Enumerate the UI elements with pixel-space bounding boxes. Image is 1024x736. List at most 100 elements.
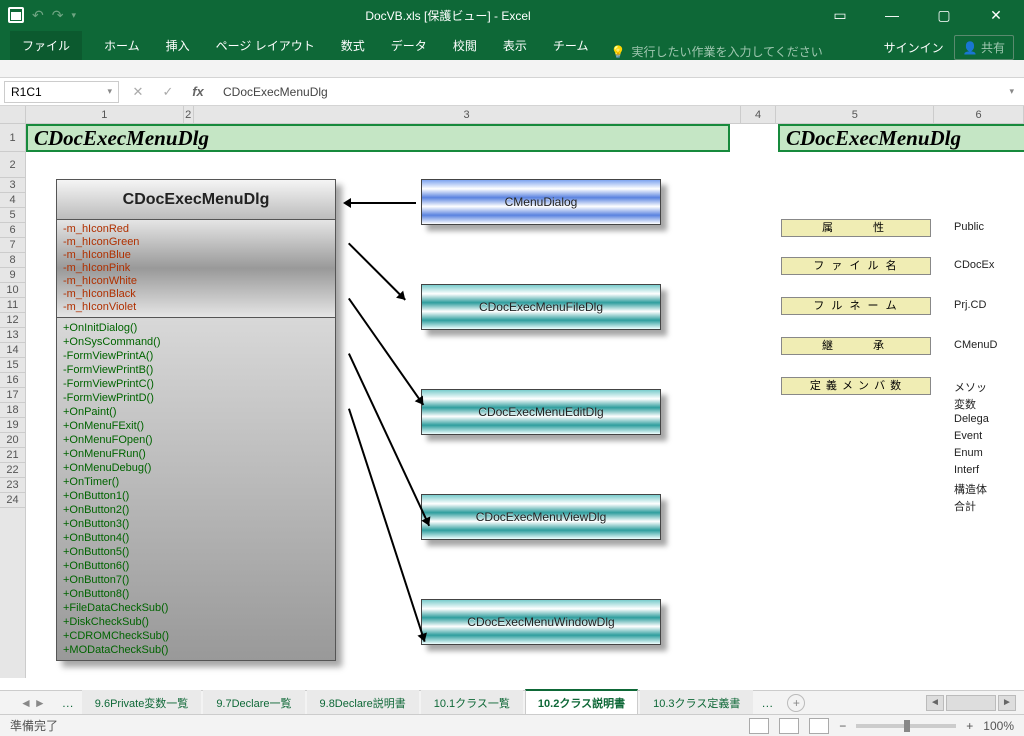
sheet-tab[interactable]: 9.8Declare説明書 <box>307 690 419 716</box>
tab-view[interactable]: 表示 <box>499 31 531 60</box>
row-header[interactable]: 13 <box>0 328 25 343</box>
cancel-formula-icon[interactable]: ✕ <box>127 81 149 103</box>
uml-field: -m_hIconRed <box>63 223 329 236</box>
tab-insert[interactable]: 挿入 <box>162 31 194 60</box>
row-header[interactable]: 22 <box>0 463 25 478</box>
sheet-tab[interactable]: 9.6Private変数一覧 <box>82 690 202 716</box>
zoom-out-button[interactable]: − <box>839 719 846 733</box>
row-header[interactable]: 6 <box>0 223 25 238</box>
sheet-tab[interactable]: 10.1クラス一覧 <box>421 690 523 716</box>
tab-overflow[interactable]: … <box>755 696 779 710</box>
name-box[interactable]: R1C1▾ <box>4 81 119 103</box>
row-header[interactable]: 9 <box>0 268 25 283</box>
value-attribute: Public <box>954 221 984 233</box>
assoc-arrow <box>348 298 424 406</box>
value-m1: メソッ <box>954 379 987 395</box>
zoom-level[interactable]: 100% <box>983 719 1014 733</box>
hscroll-track[interactable] <box>946 695 996 711</box>
row-header[interactable]: 18 <box>0 403 25 418</box>
child-class-box[interactable]: CDocExecMenuEditDlg <box>421 389 661 435</box>
uml-class-box[interactable]: CDocExecMenuDlg -m_hIconRed -m_hIconGree… <box>56 179 336 661</box>
zoom-slider[interactable] <box>856 724 956 728</box>
worksheet[interactable]: 1 2 3 4 5 6 1 2 3 4 5 6 7 8 9 10 11 12 1… <box>0 106 1024 678</box>
row-header[interactable]: 23 <box>0 478 25 493</box>
child-class-box[interactable]: CDocExecMenuWindowDlg <box>421 599 661 645</box>
col-header[interactable]: 1 <box>26 106 184 123</box>
row-header[interactable]: 20 <box>0 433 25 448</box>
col-header[interactable]: 2 <box>184 106 194 123</box>
ribbon-options-icon[interactable]: ▭ <box>820 1 860 29</box>
row-header[interactable]: 16 <box>0 373 25 388</box>
tab-team[interactable]: チーム <box>549 31 593 60</box>
formula-input[interactable]: CDocExecMenuDlg <box>217 85 995 99</box>
formula-expand-icon[interactable]: ▾ <box>1003 86 1020 97</box>
tab-overflow[interactable]: … <box>56 696 80 710</box>
row-header[interactable]: 14 <box>0 343 25 358</box>
row-header[interactable]: 15 <box>0 358 25 373</box>
undo-icon[interactable]: ↶ <box>32 7 44 24</box>
sheet-tab-active[interactable]: 10.2クラス説明書 <box>525 689 638 716</box>
new-sheet-button[interactable]: + <box>787 694 805 712</box>
assoc-arrow <box>348 408 426 642</box>
tab-formula[interactable]: 数式 <box>337 31 369 60</box>
title-cell-left[interactable]: CDocExecMenuDlg <box>26 124 730 152</box>
uml-method: +OnMenuDebug() <box>63 461 329 475</box>
share-button[interactable]: 👤 共有 <box>954 35 1014 60</box>
confirm-formula-icon[interactable]: ✓ <box>157 81 179 103</box>
status-bar: 準備完了 − + 100% <box>0 714 1024 736</box>
tab-layout[interactable]: ページ レイアウト <box>212 31 319 60</box>
row-header[interactable]: 24 <box>0 493 25 508</box>
tab-home[interactable]: ホーム <box>100 31 144 60</box>
tab-nav-prev-icon[interactable]: ◄ <box>20 696 32 710</box>
tab-file[interactable]: ファイル <box>10 31 82 60</box>
cell-area[interactable]: CDocExecMenuDlg CDocExecMenuDlg CDocExec… <box>26 124 1024 678</box>
minimize-button[interactable]: — <box>872 1 912 29</box>
col-header[interactable]: 4 <box>741 106 777 123</box>
view-normal-icon[interactable] <box>749 718 769 734</box>
fx-icon[interactable]: fx <box>187 81 209 103</box>
view-break-icon[interactable] <box>809 718 829 734</box>
col-header[interactable]: 5 <box>776 106 934 123</box>
row-header[interactable]: 5 <box>0 208 25 223</box>
formula-bar: R1C1▾ ✕ ✓ fx CDocExecMenuDlg ▾ <box>0 78 1024 106</box>
chevron-down-icon[interactable]: ▾ <box>107 86 112 97</box>
row-header[interactable]: 8 <box>0 253 25 268</box>
sheet-tab[interactable]: 9.7Declare一覧 <box>203 690 304 716</box>
row-header[interactable]: 1 <box>0 124 25 152</box>
row-header[interactable]: 12 <box>0 313 25 328</box>
uml-method: +OnButton6() <box>63 559 329 573</box>
row-header[interactable]: 19 <box>0 418 25 433</box>
col-header[interactable]: 3 <box>194 106 741 123</box>
zoom-in-button[interactable]: + <box>966 719 973 733</box>
tab-data[interactable]: データ <box>387 31 431 60</box>
row-header[interactable]: 3 <box>0 178 25 193</box>
child-class-box[interactable]: CDocExecMenuFileDlg <box>421 284 661 330</box>
row-header[interactable]: 21 <box>0 448 25 463</box>
select-all-corner[interactable] <box>0 106 26 123</box>
box-label: CDocExecMenuWindowDlg <box>422 600 660 644</box>
row-header[interactable]: 4 <box>0 193 25 208</box>
hscroll-left-icon[interactable]: ◄ <box>926 695 944 711</box>
row-header[interactable]: 7 <box>0 238 25 253</box>
title-cell-right[interactable]: CDocExecMenuDlg <box>778 124 1024 152</box>
row-header[interactable]: 10 <box>0 283 25 298</box>
col-header[interactable]: 6 <box>934 106 1024 123</box>
parent-class-box[interactable]: CMenuDialog <box>421 179 661 225</box>
view-layout-icon[interactable] <box>779 718 799 734</box>
close-button[interactable]: ✕ <box>976 1 1016 29</box>
child-class-box[interactable]: CDocExecMenuViewDlg <box>421 494 661 540</box>
uml-field: -m_hIconBlue <box>63 249 329 262</box>
row-header[interactable]: 11 <box>0 298 25 313</box>
redo-icon[interactable]: ↷ <box>52 7 64 24</box>
hscroll-right-icon[interactable]: ► <box>998 695 1016 711</box>
row-header[interactable]: 17 <box>0 388 25 403</box>
save-icon[interactable] <box>8 7 24 23</box>
uml-method: +OnTimer() <box>63 475 329 489</box>
tab-review[interactable]: 校閲 <box>449 31 481 60</box>
sheet-tab[interactable]: 10.3クラス定義書 <box>640 690 753 716</box>
tell-me[interactable]: 💡実行したい作業を入力してください <box>610 43 822 60</box>
row-header[interactable]: 2 <box>0 152 25 178</box>
tab-nav-next-icon[interactable]: ► <box>34 696 46 710</box>
sign-in-link[interactable]: サインイン <box>884 39 944 56</box>
maximize-button[interactable]: ▢ <box>924 1 964 29</box>
